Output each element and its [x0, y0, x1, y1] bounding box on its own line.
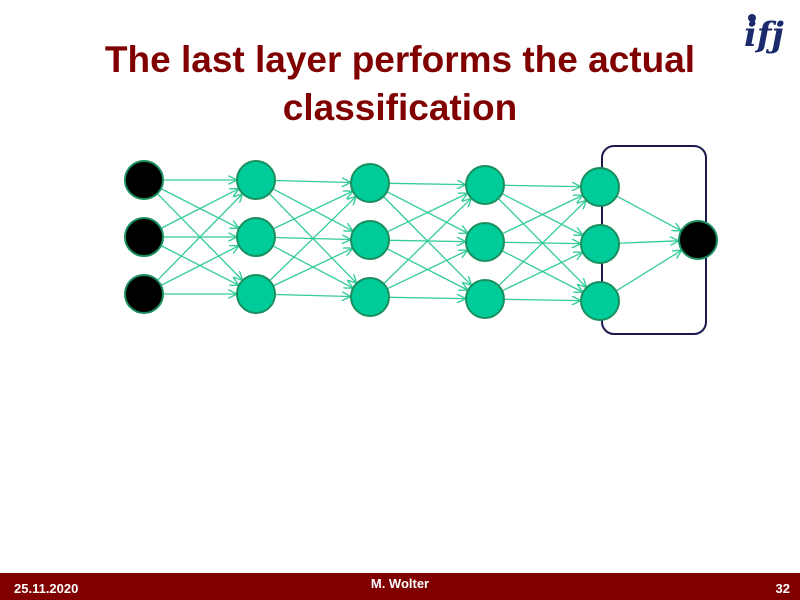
input-node-l0-0 [124, 160, 164, 200]
hidden-node-l4-0 [580, 167, 620, 207]
edge-l4-n1-to-n0 [618, 241, 678, 243]
hidden-node-l3-1 [465, 222, 505, 262]
edge-l3-n2-to-n2 [503, 299, 580, 300]
output-node-l5-0 [678, 220, 718, 260]
hidden-node-l4-2 [580, 281, 620, 321]
footer-page-number: 32 [775, 581, 790, 596]
hidden-node-l4-1 [580, 224, 620, 264]
hidden-node-l1-2 [236, 274, 276, 314]
hidden-node-l3-2 [465, 279, 505, 319]
edge-l2-n0-to-n0 [388, 183, 465, 184]
hidden-node-l1-1 [236, 217, 276, 257]
input-node-l0-1 [124, 217, 164, 257]
input-node-l0-2 [124, 274, 164, 314]
hidden-node-l3-0 [465, 165, 505, 205]
neural-network-diagram [124, 145, 718, 335]
slide-footer: 25.11.2020 M. Wolter 32 [0, 573, 800, 600]
slide: The last layer performs the actual class… [0, 0, 800, 600]
footer-author: M. Wolter [370, 576, 430, 591]
edge-l1-n2-to-n2 [274, 294, 350, 296]
edge-l1-n0-to-n0 [274, 180, 350, 182]
hidden-node-l2-2 [350, 277, 390, 317]
hidden-node-l1-0 [236, 160, 276, 200]
edge-l4-n2-to-n0 [615, 251, 681, 292]
edge-l3-n0-to-n0 [503, 185, 580, 186]
hidden-node-l2-1 [350, 220, 390, 260]
hidden-node-l2-0 [350, 163, 390, 203]
edge-l2-n2-to-n2 [388, 297, 465, 298]
edge-l4-n0-to-n0 [616, 195, 681, 230]
